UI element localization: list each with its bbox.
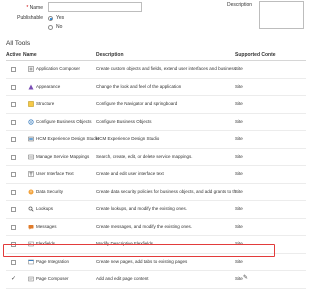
supported-context: Site (235, 118, 243, 124)
supported-context: Site (235, 223, 243, 229)
section-title: All Tools (6, 40, 31, 47)
supported-context: Site (235, 276, 243, 281)
description-field[interactable] (259, 1, 304, 29)
active-checkbox[interactable] (11, 154, 16, 160)
active-checkbox[interactable] (11, 172, 16, 177)
table-row[interactable]: Page Composer Add and edit page content Si… (6, 271, 306, 289)
supported-context: Site (235, 171, 243, 176)
active-checkbox[interactable] (11, 189, 16, 195)
tool-description: HCM Experience Design Studio (96, 136, 160, 141)
column-header-active[interactable]: Active (6, 52, 21, 58)
tool-name[interactable]: Manage Service Mappings (36, 154, 89, 159)
application-composer-icon (28, 66, 34, 72)
supported-context: Site (235, 153, 243, 159)
table-row[interactable]: Lookups Create lookups, and modify the ex… (6, 201, 306, 219)
publishable-label: Publishable (17, 15, 43, 21)
highlight-box (3, 244, 275, 257)
active-checkbox[interactable] (11, 119, 16, 125)
tool-name[interactable]: Application Composer (36, 66, 80, 71)
supported-context: Site (235, 188, 243, 194)
tool-description: Change the look and feel of the applicat… (96, 83, 182, 89)
tool-description: Create custom objects and fields, extend… (96, 66, 236, 71)
tool-description: Add and edit page content (96, 276, 149, 281)
supported-context: Site (235, 258, 243, 264)
publishable-yes-radio[interactable]: Yes (48, 15, 64, 21)
radio-unselected-icon (48, 24, 53, 30)
tool-description: Configure the Navigator and springboard (96, 101, 178, 106)
table-row[interactable]: Application Composer Create custom object… (6, 61, 306, 79)
active-checkbox[interactable] (11, 207, 16, 212)
table-row[interactable]: Messages Create messages, and modify the … (6, 219, 306, 236)
name-label: * Name (26, 5, 43, 11)
page-integration-icon (28, 259, 34, 265)
tool-description: Create new pages, add tabs to existing p… (96, 258, 188, 264)
active-checkbox[interactable] (11, 102, 16, 107)
table-row[interactable]: Configure Business Objects Configure Busi… (6, 114, 306, 131)
tool-name[interactable]: HCM Experience Design Studio (36, 136, 99, 141)
column-header-supported-context[interactable]: Supported Conte (235, 52, 276, 58)
data-security-icon (28, 189, 34, 195)
tool-name[interactable]: Appearance (36, 84, 60, 89)
name-input[interactable] (48, 2, 142, 12)
active-checkbox-checked[interactable] (11, 275, 16, 282)
tool-description: Create lookups, and modify the existing … (96, 206, 188, 211)
column-header-description[interactable]: Description (96, 52, 124, 58)
supported-context: Site (235, 206, 243, 211)
tool-name[interactable]: Configure Business Objects (36, 119, 92, 124)
supported-context: Site (235, 101, 243, 106)
tool-name[interactable]: Data Security (36, 189, 63, 194)
active-checkbox[interactable] (11, 67, 16, 72)
radio-selected-icon (48, 15, 53, 21)
tool-name[interactable]: Page Composer (36, 276, 69, 281)
tool-description: Configure Business Objects (96, 118, 152, 124)
publishable-no-radio[interactable]: No (48, 24, 62, 30)
design-studio-icon (28, 136, 34, 142)
active-checkbox[interactable] (11, 84, 16, 90)
supported-context: Site (235, 66, 243, 71)
table-header: Active Name Description Supported Conte (6, 49, 306, 61)
active-checkbox[interactable] (11, 224, 16, 230)
tool-name[interactable]: User Interface Text (36, 171, 74, 176)
table-row[interactable]: HCM Experience Design Studio HCM Experien… (6, 131, 306, 149)
tool-description: Create data security policies for busine… (96, 188, 236, 194)
column-header-name[interactable]: Name (23, 52, 37, 58)
page-composer-icon (28, 276, 34, 282)
table-row[interactable]: Structure Configure the Navigator and spr… (6, 96, 306, 114)
supported-context: Site (235, 136, 243, 141)
table-row[interactable]: User Interface Text Create and edit user … (6, 166, 306, 184)
table-row[interactable]: Data Security Create data security polici… (6, 184, 306, 201)
lookups-icon (28, 206, 34, 212)
tool-description: Create messages, and modify the existing… (96, 223, 193, 229)
tool-description: Create and edit user interface text (96, 171, 164, 176)
table-row[interactable]: Appearance Change the look and feel of th… (6, 79, 306, 96)
tool-name[interactable]: Lookups (36, 206, 53, 211)
tool-name[interactable]: Page Integration (36, 259, 69, 264)
edit-pencil-icon[interactable]: ✎ (243, 274, 248, 281)
tool-name[interactable]: Messages (36, 224, 57, 229)
supported-context: Site (235, 83, 243, 89)
ui-text-icon (28, 171, 34, 177)
service-mappings-icon (28, 154, 34, 160)
tool-description: Search, create, edit, or delete service … (96, 153, 193, 159)
appearance-icon (28, 84, 34, 90)
business-objects-icon (28, 118, 34, 125)
tool-name[interactable]: Structure (36, 101, 54, 106)
description-label: Description (227, 2, 253, 8)
active-checkbox[interactable] (11, 259, 16, 265)
active-checkbox[interactable] (11, 137, 16, 142)
table-row[interactable]: Manage Service Mappings Search, create, e… (6, 149, 306, 166)
messages-icon (28, 224, 34, 230)
structure-icon (28, 101, 34, 107)
